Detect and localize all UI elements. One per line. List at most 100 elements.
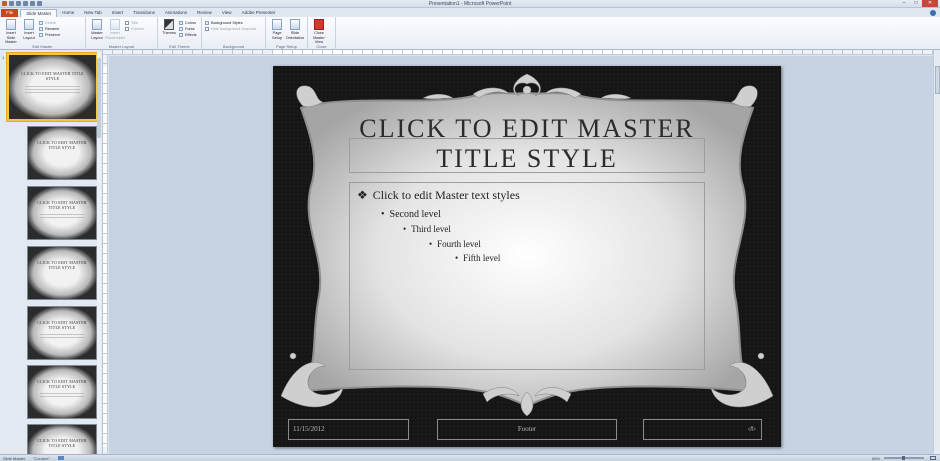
layout-thumbnail[interactable]: CLICK TO EDIT MASTER TITLE STYLE xyxy=(27,246,97,300)
layout-thumbnail[interactable]: CLICK TO EDIT MASTER TITLE STYLE xyxy=(27,186,97,240)
zoom-slider-handle[interactable] xyxy=(902,456,905,460)
ribbon-tabs: File Slide Master Home New Tab Insert Tr… xyxy=(0,8,940,17)
colors-dropdown[interactable]: Colors xyxy=(179,20,197,25)
maximize-button[interactable]: □ xyxy=(910,0,922,7)
rename-button[interactable]: Rename xyxy=(39,26,60,31)
close-master-view-icon xyxy=(314,19,324,30)
slide-master-icon xyxy=(6,19,16,30)
group-background: Background Styles Hide Background Graphi… xyxy=(202,17,266,50)
group-label: Background xyxy=(222,44,245,49)
tab-slide-master[interactable]: Slide Master xyxy=(20,9,58,17)
slide-number-placeholder[interactable]: ‹#› xyxy=(643,419,762,440)
rename-icon xyxy=(39,26,43,31)
minimize-button[interactable]: – xyxy=(898,0,910,7)
zoom-level[interactable]: 68% xyxy=(872,456,880,461)
horizontal-ruler xyxy=(103,50,933,55)
group-label: Edit Theme xyxy=(169,44,190,49)
group-edit-theme: Themes Colors Fonts Effects Edit Theme xyxy=(158,17,202,50)
group-label: Page Setup xyxy=(276,44,297,49)
zoom-slider[interactable] xyxy=(884,456,924,460)
vertical-scrollbar[interactable] xyxy=(933,50,940,454)
thumbnail-scrollbar[interactable] xyxy=(97,52,101,450)
tab-view[interactable]: View xyxy=(217,9,237,17)
view-indicator: Slide Master xyxy=(3,456,26,461)
group-label: Close xyxy=(316,44,327,49)
fonts-icon xyxy=(179,26,183,31)
help-icon[interactable] xyxy=(930,9,936,16)
tab-new-tab[interactable]: New Tab xyxy=(79,9,106,17)
tab-animations[interactable]: Animations xyxy=(160,9,192,17)
tab-file[interactable]: File xyxy=(1,9,19,17)
page-setup-icon xyxy=(272,19,282,30)
thumbnail-title: CLICK TO EDIT MASTER TITLE STYLE xyxy=(21,71,84,81)
ribbon: Insert Slide Master Insert Layout Delete… xyxy=(0,17,940,50)
thumbnail-title: CLICK TO EDIT MASTER TITLE STYLE xyxy=(37,320,87,330)
slide-master-thumbnail[interactable]: CLICK TO EDIT MASTER TITLE STYLE xyxy=(7,53,98,121)
group-label: Edit Master xyxy=(32,44,53,49)
tab-insert[interactable]: Insert xyxy=(107,9,128,17)
background-styles-dropdown[interactable]: Background Styles xyxy=(205,20,256,25)
window-title: Presentation1 - Microsoft PowerPoint xyxy=(428,1,512,7)
thumbnail-title: CLICK TO EDIT MASTER TITLE STYLE xyxy=(37,140,87,150)
text-level-5[interactable]: • Fifth level xyxy=(455,253,500,263)
date-placeholder[interactable]: 11/15/2012 xyxy=(288,419,409,440)
effects-icon xyxy=(179,32,183,37)
themes-icon xyxy=(164,19,174,30)
group-label: Master Layout xyxy=(108,44,135,49)
thumbnail-title: CLICK TO EDIT MASTER TITLE STYLE xyxy=(37,438,87,448)
layout-thumbnail[interactable]: CLICK TO EDIT MASTER TITLE STYLE xyxy=(27,424,97,454)
colors-icon xyxy=(179,20,183,25)
fit-to-window-icon[interactable] xyxy=(930,456,936,460)
window-controls: – □ ✕ xyxy=(898,0,938,7)
close-window-button[interactable]: ✕ xyxy=(922,0,938,7)
group-master-layout: Master Layout Insert Placeholder Title F… xyxy=(86,17,158,50)
theme-name: "Couture" xyxy=(33,456,51,461)
tab-home[interactable]: Home xyxy=(57,9,79,17)
master-slide: Click to edit Master title style ❖ Click … xyxy=(273,66,781,447)
scrollbar-thumb[interactable] xyxy=(935,66,940,94)
hide-background-graphics-checkbox[interactable]: Hide Background Graphics xyxy=(205,26,256,31)
pushpin-icon xyxy=(39,32,43,37)
effects-dropdown[interactable]: Effects xyxy=(179,32,197,37)
slide-thumbnail-pane: 1 CLICK TO EDIT MASTER TITLE STYLE CLICK… xyxy=(0,50,103,454)
footer-placeholder[interactable]: Footer xyxy=(437,419,617,440)
delete-icon xyxy=(39,20,43,25)
master-slide-number: 1 xyxy=(2,55,5,60)
tab-adobe-presenter[interactable]: Adobe Presenter xyxy=(237,9,281,17)
title-bar: Presentation1 - Microsoft PowerPoint – □… xyxy=(0,0,940,8)
bullet-icon: • xyxy=(381,209,385,220)
slide-orientation-icon xyxy=(290,19,300,30)
delete-button[interactable]: Delete xyxy=(39,20,60,25)
thumbnail-title: CLICK TO EDIT MASTER TITLE STYLE xyxy=(37,200,87,210)
title-checkbox[interactable]: Title xyxy=(125,20,144,25)
status-bar: Slide Master "Couture" 68% xyxy=(0,454,940,461)
thumbnail-title: CLICK TO EDIT MASTER TITLE STYLE xyxy=(37,260,87,270)
text-level-1[interactable]: ❖ Click to edit Master text styles xyxy=(357,188,520,203)
footers-checkbox[interactable]: Footers xyxy=(125,26,144,31)
text-level-4[interactable]: • Fourth level xyxy=(429,239,481,249)
bullet-icon: • xyxy=(455,253,459,263)
layout-thumbnail[interactable]: CLICK TO EDIT MASTER TITLE STYLE xyxy=(27,306,97,360)
thumbnail-title: CLICK TO EDIT MASTER TITLE STYLE xyxy=(37,379,87,389)
diamond-bullet-icon: ❖ xyxy=(357,188,368,202)
spell-check-icon[interactable] xyxy=(58,456,64,460)
tab-review[interactable]: Review xyxy=(192,9,217,17)
fonts-dropdown[interactable]: Fonts xyxy=(179,26,197,31)
vertical-ruler xyxy=(103,55,108,453)
placeholder-icon xyxy=(110,19,120,30)
group-close: Close Master View Close xyxy=(308,17,336,50)
slide-title[interactable]: Click to edit Master title style xyxy=(343,114,711,174)
background-styles-icon xyxy=(205,20,209,25)
preserve-button[interactable]: Preserve xyxy=(39,32,60,37)
text-level-2[interactable]: • Second level xyxy=(381,209,441,220)
master-layout-icon xyxy=(92,19,102,30)
layout-icon xyxy=(24,19,34,30)
layout-thumbnail[interactable]: CLICK TO EDIT MASTER TITLE STYLE xyxy=(27,126,97,180)
bullet-icon: • xyxy=(403,224,407,234)
group-edit-master: Insert Slide Master Insert Layout Delete… xyxy=(0,17,86,50)
text-level-3[interactable]: • Third level xyxy=(403,224,451,234)
bullet-icon: • xyxy=(429,239,433,249)
layout-thumbnail[interactable]: CLICK TO EDIT MASTER TITLE STYLE xyxy=(27,365,97,419)
tab-transitions[interactable]: Transitions xyxy=(128,9,160,17)
group-page-setup: Page Setup Slide Orientation Page Setup xyxy=(266,17,308,50)
